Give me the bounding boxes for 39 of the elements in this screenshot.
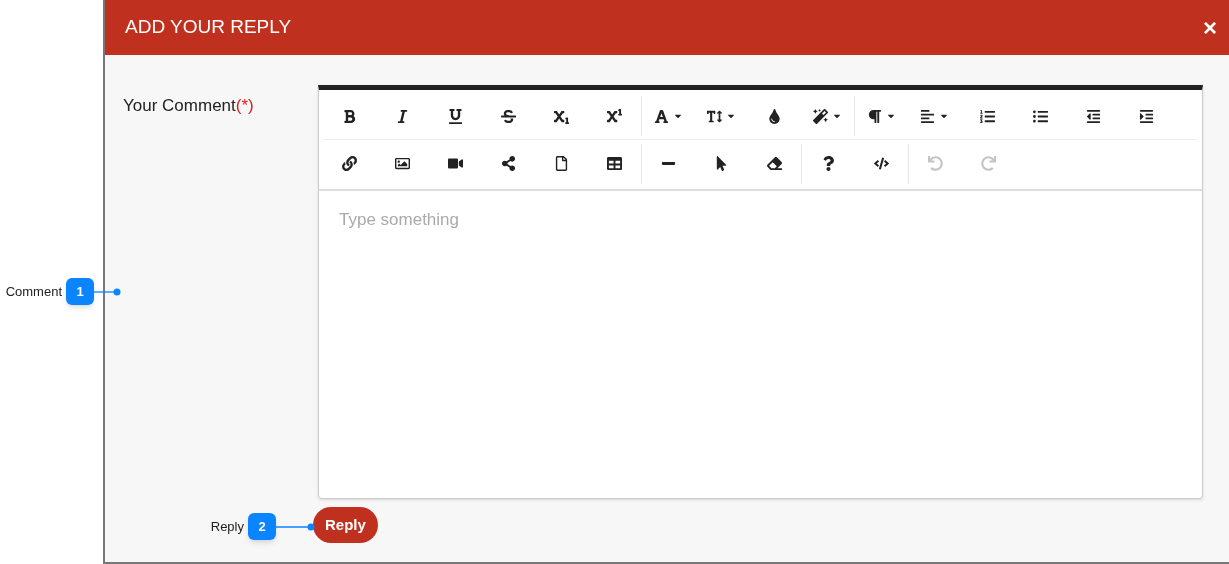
text-height-icon (707, 108, 722, 124)
droplet-icon (767, 108, 782, 124)
image-icon (395, 156, 410, 171)
comment-input[interactable]: Type something (318, 191, 1203, 499)
callout-badge: 1 (66, 278, 94, 305)
underline-icon (448, 108, 463, 124)
video-camera-icon (448, 156, 463, 171)
reply-button[interactable]: Reply (313, 507, 378, 543)
superscript-icon (607, 108, 622, 124)
bullet-list-icon (1033, 108, 1048, 124)
callout-badge: 2 (248, 513, 276, 540)
italic-icon (395, 108, 410, 124)
pilcrow-icon (867, 108, 882, 124)
ordered-list-icon (980, 108, 995, 124)
redo-icon (981, 156, 996, 171)
undo-icon (928, 156, 943, 171)
link-icon (342, 156, 357, 171)
align-left-icon (920, 108, 935, 124)
leader-line (276, 522, 316, 531)
magic-wand-icon (813, 108, 828, 124)
file-icon (554, 156, 569, 171)
callout-label: Comment (4, 282, 63, 301)
leader-line (94, 287, 122, 296)
share-icon (501, 156, 516, 171)
field-label: Your Comment(*) (123, 96, 254, 115)
eraser-icon (767, 156, 782, 171)
bold-icon (342, 108, 357, 124)
indent-icon (1139, 108, 1154, 124)
outdent-icon (1086, 108, 1101, 124)
strikethrough-icon (501, 108, 516, 124)
dialog-title: ADD YOUR REPLY (125, 15, 292, 40)
code-icon (874, 156, 889, 171)
subscript-icon (554, 108, 569, 124)
table-icon (607, 156, 622, 171)
pointer-icon (714, 156, 729, 171)
help-icon (821, 156, 836, 171)
font-icon (654, 108, 669, 124)
close-button[interactable]: × (1203, 15, 1217, 40)
callout-label: Reply (209, 517, 245, 536)
